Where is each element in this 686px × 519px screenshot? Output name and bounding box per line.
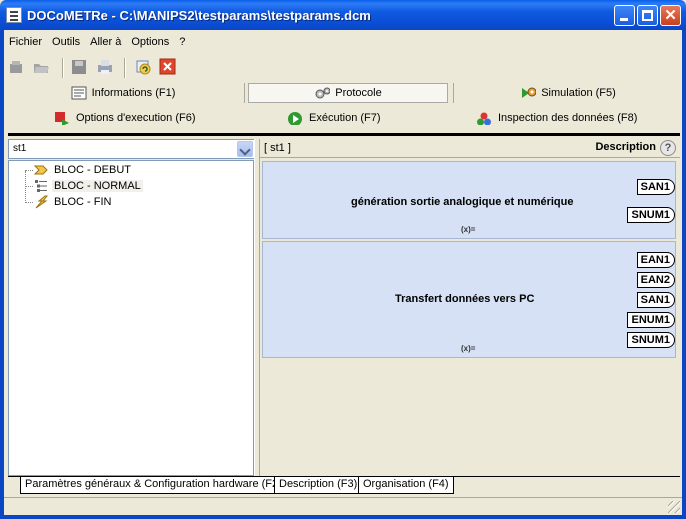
delete-button[interactable] [159, 58, 177, 76]
tab-options-execution[interactable]: Options d'execution (F6) [54, 106, 196, 130]
help-icon[interactable]: ? [660, 140, 676, 156]
new-icon [10, 61, 22, 73]
tab-inspection-label: Inspection des données (F8) [498, 112, 638, 124]
description-header: [ st1 ] Description ? [260, 139, 680, 158]
minimize-button[interactable] [614, 5, 635, 26]
tab-execution[interactable]: Exécution (F7) [287, 106, 381, 130]
block-tree: BLOC - DEBUT BLOC - NORMAL BLOC - FIN [8, 160, 254, 476]
window-frame-bottom [0, 515, 686, 519]
window-title: DOCoMETRe - C:\MANIPS2\testparams\testpa… [27, 8, 371, 23]
bloc-fin-icon [35, 195, 49, 209]
tree-item-label: BLOC - NORMAL [52, 180, 143, 192]
open-icon [34, 64, 49, 73]
tab-protocole[interactable]: Protocole [245, 81, 451, 105]
tab-inspection[interactable]: Inspection des données (F8) [476, 106, 637, 130]
tab-row-primary: Informations (F1) Protocole Simulation (… [4, 81, 682, 105]
tree-item-label: BLOC - FIN [54, 196, 112, 208]
process-select-value: st1 [13, 143, 27, 154]
save-icon [72, 60, 86, 74]
print-button[interactable] [96, 58, 114, 76]
output-port[interactable]: SNUM1 [627, 207, 675, 223]
refresh-icon [136, 60, 151, 75]
new-button[interactable] [8, 58, 26, 76]
description-canvas: génération sortie analogique et numériqu… [260, 158, 680, 476]
block-title: Transfert données vers PC [395, 293, 535, 305]
menu-bar: Fichier Outils Aller à Options ? [4, 33, 190, 51]
title-bar[interactable]: DOCoMETRe - C:\MANIPS2\testparams\testpa… [0, 0, 686, 30]
close-icon: ✕ [664, 7, 677, 24]
output-port[interactable]: SAN1 [636, 179, 675, 195]
tab-organisation[interactable]: Organisation (F4) [358, 477, 454, 494]
gears-icon [315, 87, 331, 99]
bottom-tab-bar: Paramètres généraux & Configuration hard… [8, 476, 680, 494]
tab-simulation[interactable]: Simulation (F5) [454, 81, 682, 105]
process-block[interactable]: génération sortie analogique et numériqu… [262, 161, 676, 239]
output-port[interactable]: SAN1 [636, 292, 675, 308]
tab-informations-label: Informations (F1) [91, 87, 176, 99]
tree-item-bloc-fin[interactable]: BLOC - FIN [33, 194, 113, 210]
status-bar [4, 497, 682, 515]
output-port[interactable]: SNUM1 [627, 332, 675, 348]
toolbar-separator [62, 58, 64, 78]
maximize-icon [642, 10, 653, 21]
tab-protocole-label: Protocole [335, 87, 382, 99]
options-icon [55, 112, 69, 125]
section-divider [8, 133, 680, 136]
input-port[interactable]: EAN2 [636, 272, 675, 288]
input-port[interactable]: EAN1 [636, 252, 675, 268]
block-formula: (x)= [461, 344, 476, 353]
input-port[interactable]: ENUM1 [627, 312, 675, 328]
tab-parametres-generaux[interactable]: Paramètres généraux & Configuration hard… [20, 477, 287, 494]
context-label: [ st1 ] [264, 142, 291, 154]
print-icon [98, 60, 112, 74]
tab-description[interactable]: Description (F3) [274, 477, 363, 494]
menu-outils[interactable]: Outils [47, 33, 85, 51]
chevron-down-icon[interactable] [237, 141, 253, 157]
menu-fichier[interactable]: Fichier [4, 33, 47, 51]
tree-connector [25, 202, 33, 203]
window-frame-right [682, 30, 686, 519]
menu-options[interactable]: Options [126, 33, 174, 51]
block-title: génération sortie analogique et numériqu… [351, 196, 574, 208]
open-button[interactable] [32, 58, 50, 76]
tree-item-bloc-debut[interactable]: BLOC - DEBUT [33, 162, 133, 178]
bloc-debut-icon [33, 165, 48, 175]
inspection-icon [477, 112, 491, 125]
bloc-normal-icon [35, 180, 47, 192]
toolbar [4, 55, 682, 79]
menu-help[interactable]: ? [174, 33, 190, 51]
tree-connector [25, 170, 33, 171]
tab-options-execution-label: Options d'execution (F6) [76, 112, 196, 124]
tab-execution-label: Exécution (F7) [309, 112, 381, 124]
refresh-button[interactable] [134, 58, 152, 76]
maximize-button[interactable] [637, 5, 658, 26]
menu-aller-a[interactable]: Aller à [85, 33, 126, 51]
minimize-icon [620, 18, 628, 21]
play-icon [288, 112, 302, 125]
toolbar-separator [124, 58, 126, 78]
delete-icon [159, 58, 176, 75]
app-icon [6, 7, 22, 23]
tab-simulation-label: Simulation (F5) [541, 87, 616, 99]
process-select[interactable]: st1 [8, 139, 255, 159]
save-button[interactable] [70, 58, 88, 76]
resize-grip-icon[interactable] [668, 501, 680, 513]
simulation-icon [522, 87, 537, 98]
description-title: Description [595, 141, 656, 153]
tab-informations[interactable]: Informations (F1) [4, 81, 242, 105]
tree-item-bloc-normal[interactable]: BLOC - NORMAL [33, 178, 143, 194]
tree-item-label: BLOC - DEBUT [54, 164, 132, 176]
close-button[interactable]: ✕ [660, 5, 681, 26]
tree-connector [25, 186, 33, 187]
document-icon [71, 86, 87, 100]
process-block[interactable]: Transfert données vers PC (x)= EAN1 EAN2… [262, 241, 676, 358]
tab-row-secondary: Options d'execution (F6) Exécution (F7) … [4, 106, 682, 130]
block-formula: (x)= [461, 225, 476, 234]
